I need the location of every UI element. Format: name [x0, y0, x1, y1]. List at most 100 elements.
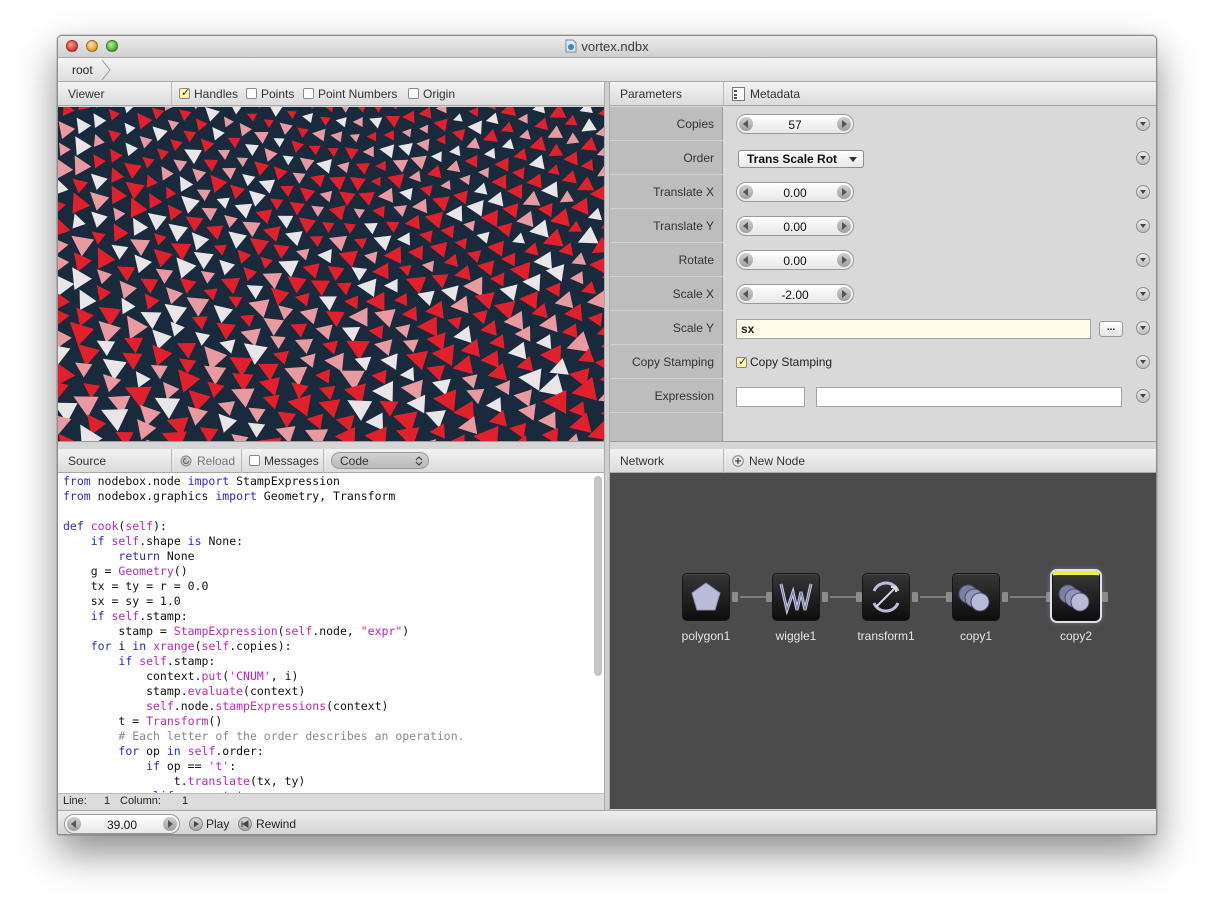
source-editor[interactable]: from nodebox.node import StampExpression… — [58, 473, 604, 793]
left-horizontal-splitter[interactable] — [58, 441, 604, 449]
node-copy2[interactable] — [1052, 571, 1100, 621]
output-port[interactable] — [1102, 592, 1108, 602]
play-icon[interactable] — [189, 817, 203, 831]
stepper-value[interactable]: -2.00 — [755, 288, 835, 302]
increment-arrow-icon[interactable] — [837, 117, 851, 131]
vortex-triangle — [472, 310, 488, 325]
node-wiggle1[interactable] — [772, 573, 820, 621]
vortex-triangle — [474, 291, 495, 310]
plus-icon[interactable] — [732, 455, 744, 467]
vortex-triangle — [62, 107, 75, 116]
increment-arrow-icon[interactable] — [837, 185, 851, 199]
node-transform1[interactable] — [862, 573, 910, 621]
node-copy1[interactable] — [952, 573, 1000, 621]
param-menu-icon[interactable] — [1136, 117, 1150, 131]
vortex-triangle — [396, 232, 411, 246]
vortex-triangle — [362, 146, 374, 158]
output-port[interactable] — [1002, 592, 1008, 602]
vortex-triangle — [203, 288, 218, 301]
vortex-triangle — [488, 409, 507, 427]
vortex-triangle — [563, 151, 578, 166]
decrement-arrow-icon[interactable] — [739, 219, 753, 233]
source-mode-select[interactable]: Code — [331, 452, 429, 469]
viewer-canvas[interactable] — [58, 107, 604, 441]
frame-value[interactable]: 39.00 — [83, 818, 161, 832]
vortex-triangle — [421, 260, 435, 273]
vortex-triangle — [58, 240, 69, 254]
breadcrumb-root[interactable]: root — [64, 61, 101, 79]
param-menu-icon[interactable] — [1136, 151, 1150, 165]
origin-checkbox[interactable] — [408, 88, 419, 99]
param-menu-icon[interactable] — [1136, 389, 1150, 403]
copy-stamping-checkbox[interactable] — [736, 355, 747, 368]
source-scrollbar[interactable] — [594, 476, 602, 676]
output-port[interactable] — [822, 592, 828, 602]
code-text[interactable]: from nodebox.node import StampExpression… — [63, 474, 593, 793]
metadata-label[interactable]: Metadata — [750, 87, 800, 101]
vortex-triangle — [577, 226, 599, 244]
vortex-triangle — [287, 276, 307, 294]
reload-button[interactable]: Reload — [197, 454, 235, 468]
param-menu-icon[interactable] — [1136, 253, 1150, 267]
play-button[interactable]: Play — [206, 817, 229, 831]
vortex-triangle — [167, 119, 180, 131]
vortex-triangle — [270, 287, 290, 306]
vortex-triangle — [433, 118, 448, 132]
vortex-triangle — [258, 377, 281, 397]
param-menu-icon[interactable] — [1136, 219, 1150, 233]
translate-y-stepper[interactable]: 0.00 — [736, 216, 854, 236]
order-select[interactable]: Trans Scale Rot — [738, 150, 864, 168]
handles-checkbox[interactable] — [179, 86, 190, 99]
decrement-arrow-icon[interactable] — [739, 117, 753, 131]
stepper-value[interactable]: 0.00 — [755, 254, 835, 268]
network-canvas[interactable]: polygon1 wiggle1 transform1 copy1 copy2 — [610, 473, 1156, 809]
increment-arrow-icon[interactable] — [163, 817, 177, 831]
stepper-value[interactable]: 0.00 — [755, 220, 835, 234]
expression-editor-button[interactable]: ... — [1099, 321, 1123, 337]
translate-x-stepper[interactable]: 0.00 — [736, 182, 854, 202]
vortex-triangle — [306, 413, 324, 430]
output-port[interactable] — [732, 592, 738, 602]
right-horizontal-splitter[interactable] — [610, 441, 1156, 449]
vortex-triangle — [364, 223, 378, 235]
vortex-triangle — [213, 244, 227, 256]
stepper-value[interactable]: 0.00 — [755, 186, 835, 200]
rewind-button[interactable]: Rewind — [256, 817, 296, 831]
point-numbers-checkbox[interactable] — [303, 88, 314, 99]
expression-key-field[interactable] — [736, 387, 805, 407]
new-node-button[interactable]: New Node — [749, 454, 805, 468]
node-polygon1[interactable] — [682, 573, 730, 621]
messages-checkbox[interactable] — [249, 455, 260, 466]
vortex-triangle — [371, 369, 387, 385]
vortex-triangle — [328, 205, 346, 221]
scale-y-expression-field[interactable]: sx — [736, 319, 1091, 339]
increment-arrow-icon[interactable] — [837, 287, 851, 301]
decrement-arrow-icon[interactable] — [67, 817, 81, 831]
scale-x-stepper[interactable]: -2.00 — [736, 284, 854, 304]
vortex-triangle — [299, 353, 316, 368]
stepper-value[interactable]: 57 — [755, 118, 835, 132]
param-menu-icon[interactable] — [1136, 287, 1150, 301]
vortex-triangle — [516, 210, 534, 228]
vortex-triangle — [467, 120, 482, 135]
frame-stepper[interactable]: 39.00 — [64, 814, 180, 834]
increment-arrow-icon[interactable] — [837, 253, 851, 267]
rewind-icon[interactable] — [238, 817, 252, 831]
points-checkbox[interactable] — [246, 88, 257, 99]
decrement-arrow-icon[interactable] — [739, 185, 753, 199]
vortex-triangle — [246, 285, 264, 300]
copies-stepper[interactable]: 57 — [736, 114, 854, 134]
reload-icon[interactable] — [180, 455, 192, 467]
decrement-arrow-icon[interactable] — [739, 287, 753, 301]
expression-value-field[interactable] — [816, 387, 1122, 407]
output-port[interactable] — [912, 592, 918, 602]
param-menu-icon[interactable] — [1136, 321, 1150, 335]
param-menu-icon[interactable] — [1136, 355, 1150, 369]
metadata-icon[interactable] — [732, 87, 745, 101]
increment-arrow-icon[interactable] — [837, 219, 851, 233]
rotate-stepper[interactable]: 0.00 — [736, 250, 854, 270]
vortex-triangle — [580, 136, 598, 151]
param-menu-icon[interactable] — [1136, 185, 1150, 199]
decrement-arrow-icon[interactable] — [739, 253, 753, 267]
vortex-triangle — [58, 276, 75, 297]
